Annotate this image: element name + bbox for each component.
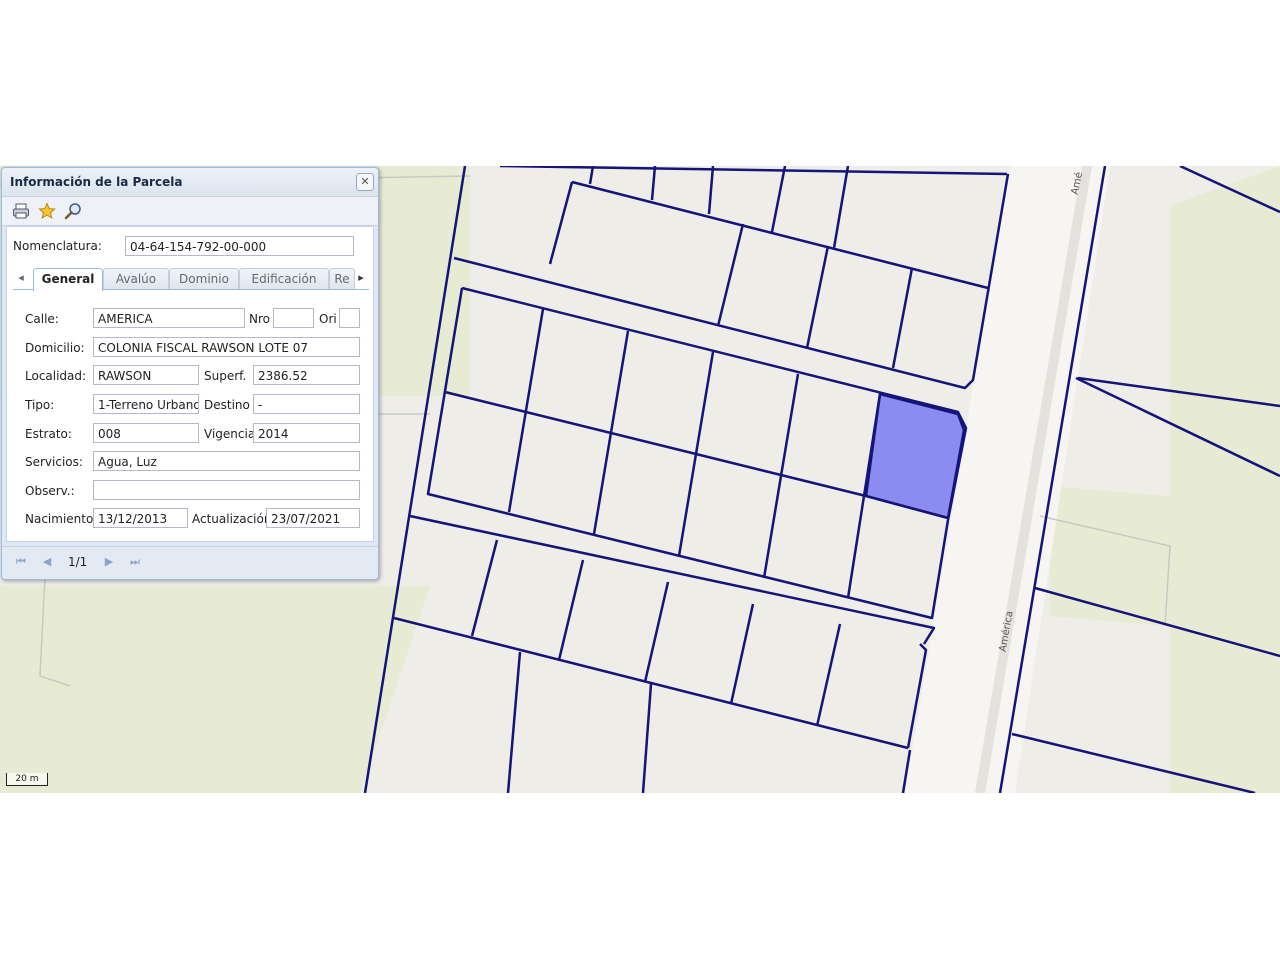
green-area-right-mid — [1050, 486, 1170, 626]
tab-dominio[interactable]: Dominio — [169, 268, 239, 289]
actualizacion-field[interactable]: 23/07/2021 — [266, 508, 360, 528]
estrato-field[interactable]: 008 — [93, 423, 199, 443]
tab-scroll-right-icon[interactable]: ▸ — [353, 270, 369, 286]
destino-field[interactable]: - — [253, 394, 360, 414]
scale-bar: 20 m — [6, 773, 48, 786]
green-area-right — [1170, 166, 1280, 793]
ori-label: Ori — [319, 312, 337, 326]
prev-page-icon[interactable]: ◀ — [40, 555, 54, 569]
next-page-icon[interactable]: ▶ — [102, 555, 116, 569]
calle-label: Calle: — [25, 312, 59, 326]
calle-field[interactable]: AMERICA — [93, 308, 245, 328]
tipo-label: Tipo: — [25, 398, 55, 412]
last-page-icon[interactable]: ⏭ — [128, 555, 142, 569]
zoom-icon[interactable] — [64, 202, 82, 220]
nacimiento-label: Nacimiento: — [25, 512, 98, 526]
tab-scroll-left-icon[interactable]: ◂ — [13, 270, 29, 286]
window-toolbar — [2, 197, 378, 226]
superf-field[interactable]: 2386.52 — [253, 365, 360, 385]
tab-edificacion[interactable]: Edificación — [239, 268, 329, 289]
window-title: Información de la Parcela — [10, 175, 183, 189]
nomenclatura-field[interactable]: 04-64-154-792-00-000 — [125, 236, 354, 256]
window-title-bar[interactable]: Información de la Parcela ✕ — [2, 168, 378, 197]
nro-field[interactable] — [273, 308, 314, 328]
observ-field[interactable] — [93, 480, 360, 500]
first-page-icon[interactable]: ⏮ — [14, 555, 28, 569]
ori-field[interactable] — [339, 308, 360, 328]
nacimiento-field[interactable]: 13/12/2013 — [93, 508, 188, 528]
observ-label: Observ.: — [25, 484, 75, 498]
green-area-left-low — [0, 586, 430, 793]
page-indicator: 1/1 — [68, 555, 88, 569]
domicilio-field[interactable]: COLONIA FISCAL RAWSON LOTE 07 — [93, 337, 360, 357]
tab-strip: ◂ General Avalúo Dominio Edificación Re … — [13, 267, 369, 291]
superf-label: Superf. — [204, 369, 247, 383]
general-tab-panel: Calle: AMERICA Nro Ori Domicilio: COLONI… — [17, 292, 367, 537]
localidad-field[interactable]: RAWSON — [93, 365, 199, 385]
close-button[interactable]: ✕ — [356, 173, 374, 191]
tab-avaluo[interactable]: Avalúo — [103, 268, 169, 289]
servicios-field[interactable]: Agua, Luz — [93, 451, 360, 471]
nro-label: Nro — [249, 312, 270, 326]
window-body: Nomenclatura: 04-64-154-792-00-000 ◂ Gen… — [6, 226, 374, 542]
estrato-label: Estrato: — [25, 427, 72, 441]
actualizacion-label: Actualización — [192, 512, 272, 526]
tab-general[interactable]: General — [33, 268, 103, 291]
close-icon: ✕ — [360, 175, 370, 188]
destino-label: Destino — [204, 398, 250, 412]
star-icon[interactable] — [38, 202, 56, 220]
domicilio-label: Domicilio: — [25, 341, 85, 355]
tab-re[interactable]: Re — [329, 268, 355, 289]
nomenclatura-label: Nomenclatura: — [13, 239, 102, 253]
print-icon[interactable] — [12, 202, 30, 220]
vigencia-field[interactable]: 2014 — [253, 423, 360, 443]
parcel-lines[interactable] — [363, 166, 1280, 793]
pager-bar: ⏮ ◀ 1/1 ▶ ⏭ — [2, 546, 378, 579]
localidad-label: Localidad: — [25, 369, 87, 383]
servicios-label: Servicios: — [25, 455, 83, 469]
parcel-info-window[interactable]: Información de la Parcela ✕ Nomenclatura… — [1, 167, 379, 580]
vigencia-label: Vigencia — [204, 427, 256, 441]
tipo-field[interactable]: 1-Terreno Urbano — [93, 394, 199, 414]
